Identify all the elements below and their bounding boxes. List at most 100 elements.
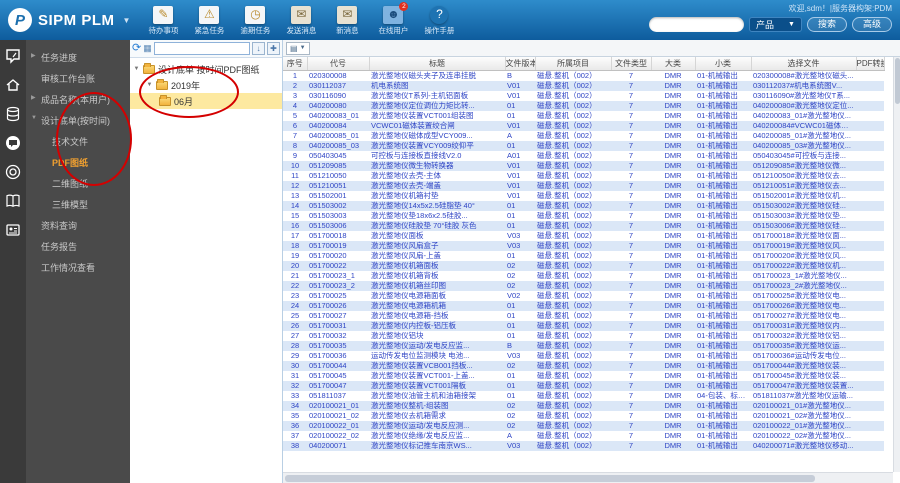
table-cell[interactable]: 051503003 bbox=[307, 211, 369, 221]
table-cell[interactable]: 051811037 bbox=[307, 391, 369, 401]
table-cell[interactable]: 051700031 bbox=[307, 321, 369, 331]
table-cell[interactable]: 040200071#激光整地仪移动... bbox=[751, 441, 856, 451]
table-cell[interactable]: 040200085_01 bbox=[307, 131, 369, 141]
column-header[interactable]: 文件版本 bbox=[505, 57, 536, 71]
table-row[interactable]: 37 020100022_02 激光整地仪绝缘/发电反应监... A 磁悬.整机（002… bbox=[283, 431, 884, 441]
sidebar-item[interactable]: 二维图纸 bbox=[26, 173, 130, 194]
table-cell[interactable]: 051700032#激光整地仪铝... bbox=[751, 331, 856, 341]
table-row[interactable]: 6 040200084 VCWC01磁体装置绞合闸 V01 磁悬.整机（002） 7 DMR… bbox=[283, 120, 884, 131]
table-row[interactable]: 35 020100021_02 激光整地仪去机箱需求 02 磁悬.整机（002） 7 DMR… bbox=[283, 411, 884, 421]
table-row[interactable]: 36 020100022_01 激光整地仪运动/发电反应测... 02 磁悬.整机（00… bbox=[283, 420, 884, 431]
table-cell[interactable]: 051700027#激光整地仪电... bbox=[751, 311, 856, 321]
tree-node[interactable]: 06月 bbox=[130, 93, 282, 109]
table-row[interactable]: 2 030112037 机电系统图 V01 磁悬.整机（002） 7 DMR 01-机械输出 0… bbox=[283, 80, 884, 91]
toolbar-item[interactable]: ⚠ 紧急任务 bbox=[186, 6, 232, 36]
table-cell[interactable]: 020100021_01 bbox=[307, 401, 369, 411]
table-cell[interactable]: 051209085#激光整地仪微... bbox=[751, 161, 856, 171]
table-row[interactable]: 10 051209085 激光整地仪微生物转换器 V01 磁悬.整机（002） 7 DMR 0… bbox=[283, 160, 884, 171]
table-cell[interactable]: 030116090 bbox=[307, 91, 369, 101]
toolbar-item[interactable]: ? 操作手册 bbox=[416, 6, 462, 36]
dashboard-gauge-icon[interactable] bbox=[5, 48, 21, 64]
table-cell[interactable]: 040200085_03 bbox=[307, 141, 369, 151]
toolbar-item[interactable]: ✉ 发送消息 bbox=[278, 6, 324, 36]
table-row[interactable]: 28 051700035 激光整地仪运动/发电反应监... B 磁悬.整机（002） 7 D… bbox=[283, 340, 884, 351]
table-cell[interactable]: 051700035 bbox=[307, 341, 369, 351]
sidebar-item[interactable]: 审核工作台账 bbox=[26, 68, 130, 89]
tree-filter-input[interactable] bbox=[153, 42, 250, 55]
table-cell[interactable]: 020300008 bbox=[307, 70, 369, 81]
table-cell[interactable]: 040200084#VCWC01磁体装... bbox=[751, 121, 856, 131]
table-row[interactable]: 12 051210051 激光整地仪去壳-端盖 V01 磁悬.整机（002） 7 DMR 01… bbox=[283, 180, 884, 191]
table-cell[interactable]: 040200085_01#激光整地仪... bbox=[751, 131, 856, 141]
table-cell[interactable]: 051503006#激光整地仪硅... bbox=[751, 221, 856, 231]
table-cell[interactable]: 051210050 bbox=[307, 171, 369, 181]
column-header[interactable]: 所属项目 bbox=[535, 57, 612, 71]
column-header[interactable]: 序号 bbox=[283, 57, 308, 71]
table-cell[interactable]: 051700018#激光整地仪面... bbox=[751, 231, 856, 241]
database-icon[interactable] bbox=[5, 106, 21, 122]
table-row[interactable]: 26 051700031 激光整地仪内控板-铝压板 01 磁悬.整机（002） 7 DMR 0… bbox=[283, 320, 884, 331]
search-category-select[interactable]: 产品 ▼ bbox=[749, 17, 802, 32]
table-row[interactable]: 18 051700019 激光整地仪风扇盒子 V03 磁悬.整机（002） 7 DMR 01-… bbox=[283, 240, 884, 251]
column-header[interactable]: 标题 bbox=[369, 57, 506, 71]
toolbar-item[interactable]: ✉ 新消息 bbox=[324, 6, 370, 36]
grid-view-icon[interactable]: ▦ bbox=[143, 43, 152, 54]
table-cell[interactable]: 051700023_2#激光整地仪... bbox=[751, 281, 856, 291]
id-card-icon[interactable] bbox=[5, 222, 21, 238]
grid-options-button[interactable]: ▤ ▼ bbox=[286, 41, 310, 55]
table-cell[interactable]: 051700020 bbox=[307, 251, 369, 261]
table-cell[interactable]: 030112037 bbox=[307, 81, 369, 91]
table-cell[interactable]: 040200083_01#激光整地仪... bbox=[751, 111, 856, 121]
tree-node[interactable]: ▼ 2019年 bbox=[130, 77, 282, 93]
target-icon[interactable] bbox=[5, 164, 21, 180]
table-cell[interactable]: 040200071 bbox=[307, 441, 369, 451]
column-header[interactable]: 代号 bbox=[307, 57, 370, 71]
table-cell[interactable]: 051700018 bbox=[307, 231, 369, 241]
sidebar-item[interactable]: 资料查询 bbox=[26, 215, 130, 236]
tree-root-node[interactable]: ▼ 设计底单 按时间PDF图纸 bbox=[130, 61, 282, 77]
sidebar-item[interactable]: ▶ 任务进度 bbox=[26, 47, 130, 68]
table-cell[interactable]: 051700032 bbox=[307, 331, 369, 341]
search-input[interactable] bbox=[649, 17, 745, 32]
table-cell[interactable]: 040200080#激光整地仪定位... bbox=[751, 101, 856, 111]
table-cell[interactable]: 051700031#激光整地仪内... bbox=[751, 321, 856, 331]
table-row[interactable]: 15 051503003 激光整地仪垫18x6x2.5硅胶... 01 磁悬.整机（00… bbox=[283, 211, 884, 221]
table-row[interactable]: 25 051700027 激光整地仪电源箱-挡板 01 磁悬.整机（002） 7 DMR 01… bbox=[283, 311, 884, 321]
sidebar-item[interactable]: ▼ 设计底单(按时间) bbox=[26, 110, 130, 131]
table-cell[interactable]: 051700025 bbox=[307, 291, 369, 301]
table-cell[interactable]: 030112037#机电系统图V... bbox=[751, 81, 856, 91]
sidebar-item[interactable]: 三维模型 bbox=[26, 194, 130, 215]
table-row[interactable]: 34 020100021_01 激光整地仪整机-组装图 02 磁悬.整机（002） 7 DM… bbox=[283, 400, 884, 411]
horizontal-scrollbar-thumb[interactable] bbox=[285, 475, 815, 482]
expand-all-icon[interactable]: ↓ bbox=[252, 42, 265, 55]
table-cell[interactable]: 051700026 bbox=[307, 301, 369, 311]
table-cell[interactable]: 051700019#激光整地仪风... bbox=[751, 241, 856, 251]
table-cell[interactable]: 020100022_01 bbox=[307, 421, 369, 431]
table-cell[interactable]: 020100022_02 bbox=[307, 431, 369, 441]
horizontal-scrollbar[interactable] bbox=[283, 472, 893, 483]
table-cell[interactable]: 040200084 bbox=[307, 121, 369, 131]
table-cell[interactable]: 051700045 bbox=[307, 371, 369, 381]
table-cell[interactable]: 051811037#激光整地仪运输... bbox=[751, 391, 856, 401]
table-row[interactable]: 14 051503002 激光整地仪14x5x2.5硅脂垫 40° 01 磁悬.整机（0… bbox=[283, 200, 884, 211]
table-row[interactable]: 38 040200071 激光整地仪标记推车南京WS... V03 磁悬.整机（002）… bbox=[283, 440, 884, 451]
table-row[interactable]: 31 051700045 激光整地仪装置VCT001-上盖... 01 磁悬.整机（00… bbox=[283, 371, 884, 381]
table-row[interactable]: 30 051700044 激光整地仪装置VCB001挡板... 02 磁悬.整机（002… bbox=[283, 360, 884, 371]
sidebar-item[interactable]: 任务报告 bbox=[26, 236, 130, 257]
home-icon[interactable] bbox=[5, 77, 21, 93]
table-row[interactable]: 5 040200083_01 激光整地仪装置VCT001组装图 01 磁悬.整机（002… bbox=[283, 111, 884, 121]
toolbar-item[interactable]: ◷ 逾期任务 bbox=[232, 6, 278, 36]
advanced-search-button[interactable]: 高级 bbox=[851, 17, 892, 32]
table-cell[interactable]: 051700025#激光整地仪电... bbox=[751, 291, 856, 301]
table-cell[interactable]: 051503002 bbox=[307, 201, 369, 211]
table-cell[interactable]: 051700045#激光整地仪装... bbox=[751, 371, 856, 381]
table-row[interactable]: 21 051700023_1 激光整地仪机箱背板 02 磁悬.整机（002） 7 DMR 01… bbox=[283, 271, 884, 281]
table-cell[interactable]: 051503006 bbox=[307, 221, 369, 231]
table-cell[interactable]: 051700023_1#激光整地仪... bbox=[751, 271, 856, 281]
table-cell[interactable]: 051700047#激光整地仪装置... bbox=[751, 381, 856, 391]
table-cell[interactable]: 051210051#激光整地仪去... bbox=[751, 181, 856, 191]
table-cell[interactable]: 051700027 bbox=[307, 311, 369, 321]
table-cell[interactable]: 051700019 bbox=[307, 241, 369, 251]
column-header[interactable]: 选择文件 bbox=[751, 57, 857, 71]
table-cell[interactable]: 051700036#运动传发电位... bbox=[751, 351, 856, 361]
